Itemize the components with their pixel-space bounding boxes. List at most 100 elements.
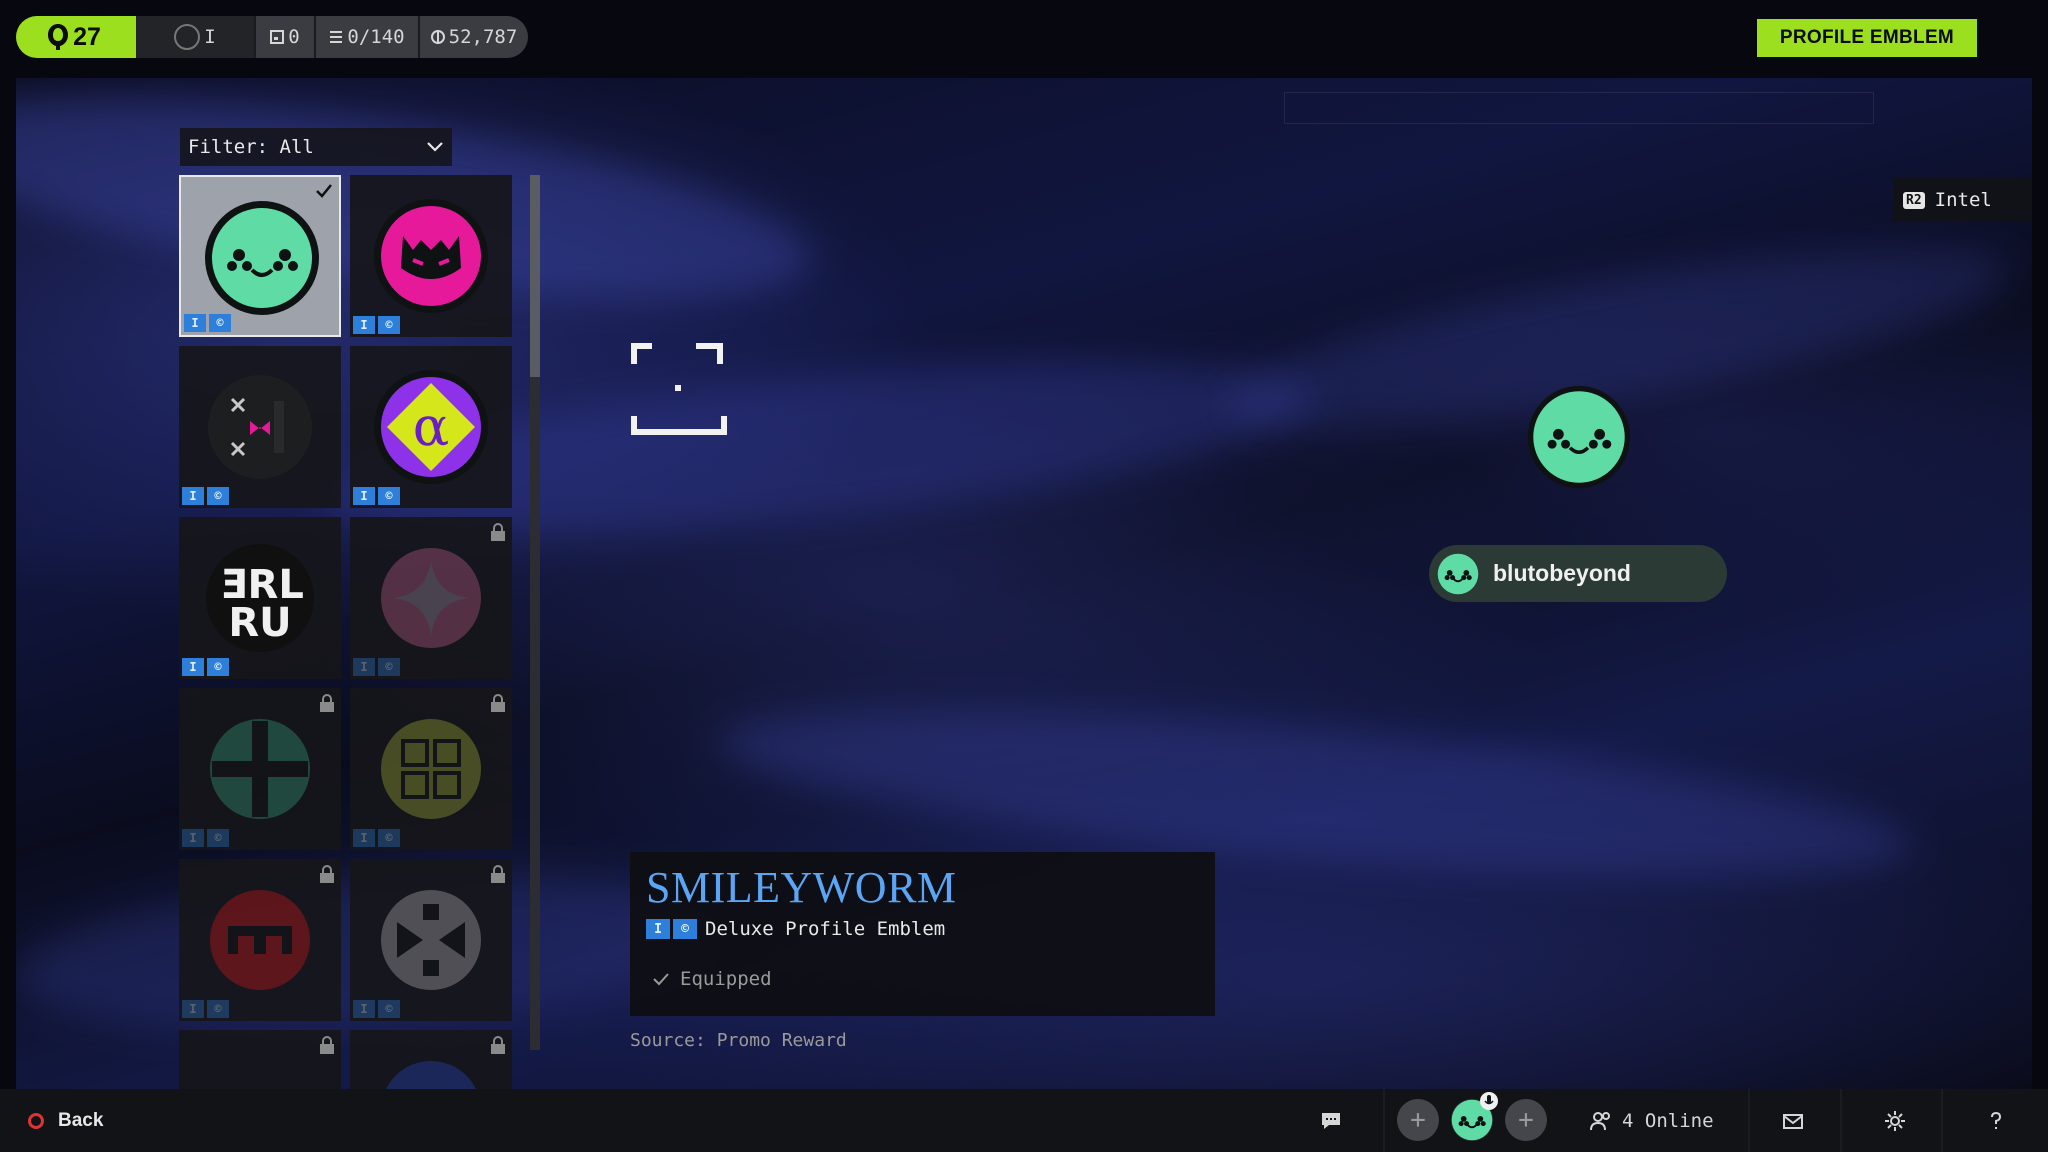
mail-icon[interactable] (1782, 1110, 1804, 1132)
type-badge: I © (184, 314, 231, 332)
online-friends[interactable]: 4 Online (1590, 1089, 1714, 1152)
emblem-tile[interactable]: I © (350, 517, 512, 679)
rank-badge: I (132, 16, 254, 58)
level-icon (48, 24, 69, 50)
type-badge: I © (182, 829, 229, 847)
stat-currency-value: 52,787 (448, 26, 518, 48)
emblem-tile[interactable]: α I © (350, 346, 512, 508)
emblem-tile[interactable]: I © (350, 175, 512, 337)
party-member-avatar[interactable] (1451, 1092, 1498, 1141)
lock-icon (491, 865, 505, 883)
item-title: SMILEYWORM (646, 863, 957, 912)
svg-text:α: α (413, 395, 449, 458)
rank-ring-icon (174, 24, 201, 50)
help-icon[interactable] (1985, 1110, 2007, 1132)
filter-label: Filter: All (188, 136, 314, 158)
type-badge: I © (182, 658, 229, 676)
equipped-label: Equipped (680, 968, 772, 990)
olive-grid-emblem (373, 711, 489, 827)
mic-icon (1480, 1092, 1498, 1110)
face-outline-icon (631, 343, 727, 435)
party-slots: + + (1397, 1092, 1547, 1141)
type-badge: I © (646, 919, 697, 939)
type-badge: I © (182, 1000, 229, 1018)
pink-bug-emblem (202, 369, 318, 485)
equipped-emblem-preview (1527, 385, 1631, 489)
equipped-status: Equipped (652, 968, 772, 990)
bottom-bar: Back + + 4 Online (0, 1089, 2048, 1152)
add-icon[interactable]: + (1505, 1099, 1547, 1141)
level-badge: 27 (16, 16, 132, 58)
type-badge: I © (353, 658, 400, 676)
stat-progress-value: 0/140 (347, 26, 405, 48)
filter-dropdown[interactable]: Filter: All (180, 128, 452, 166)
back-label: Back (58, 1109, 104, 1131)
stat-currency: 52,787 (418, 16, 528, 58)
emblem-tile[interactable]: ƎRL RU I © (179, 517, 341, 679)
intel-button[interactable]: R2 Intel (1893, 178, 2032, 222)
intel-label: Intel (1934, 189, 1992, 211)
stat-items: 0 (254, 16, 314, 58)
divider (1840, 1089, 1842, 1152)
smileyworm-emblem (204, 200, 320, 316)
type-badge: I © (182, 487, 229, 505)
lock-icon (320, 694, 334, 712)
divider (1748, 1089, 1750, 1152)
item-type-row: I © Deluxe Profile Emblem (646, 918, 945, 940)
emblem-tile[interactable]: I © (179, 346, 341, 508)
item-type: Deluxe Profile Emblem (705, 918, 946, 940)
emblem-tile[interactable]: I © (179, 175, 341, 337)
check-icon (653, 973, 669, 986)
emblem-tile[interactable]: I © (350, 859, 512, 1021)
stat-items-value: 0 (288, 26, 300, 48)
svg-text:RU: RU (228, 600, 291, 646)
rank-value: I (204, 26, 216, 48)
emblem-tile[interactable] (350, 1030, 512, 1090)
item-icon (270, 30, 285, 44)
list-icon (330, 31, 343, 43)
back-button[interactable]: Back (28, 1089, 103, 1152)
lock-icon (491, 694, 505, 712)
online-label: 4 Online (1622, 1109, 1714, 1132)
pink-cat-emblem (373, 198, 489, 314)
screen-title-tab[interactable]: PROFILE EMBLEM (1757, 19, 1977, 57)
hud-frame (1284, 92, 1874, 124)
type-badge: I © (353, 487, 400, 505)
emblem-tile[interactable]: I © (179, 688, 341, 850)
stat-progress: 0/140 (314, 16, 418, 58)
lock-icon (491, 523, 505, 541)
type-badge: I © (353, 316, 400, 334)
people-icon (1590, 1111, 1610, 1130)
emblem-tile[interactable]: I © (179, 859, 341, 1021)
type-badge: I © (353, 1000, 400, 1018)
gear-icon[interactable] (1884, 1110, 1906, 1132)
gray-bowtie-emblem (373, 882, 489, 998)
r2-key-icon: R2 (1903, 191, 1925, 209)
add-icon[interactable]: + (1397, 1099, 1439, 1141)
divider (1383, 1089, 1385, 1152)
check-icon (316, 184, 332, 198)
red-glyph-emblem (202, 882, 318, 998)
rune-text-emblem: ƎRL RU (202, 540, 318, 656)
blue-partial-emblem (373, 1053, 489, 1090)
emblem-tile[interactable] (179, 1030, 341, 1090)
lock-icon (320, 865, 334, 883)
circle-button-icon (28, 1112, 44, 1129)
lock-icon (320, 1036, 334, 1054)
green-cross-emblem (202, 711, 318, 827)
type-badge: I © (353, 829, 400, 847)
chevron-down-icon (427, 142, 443, 152)
currency-icon (430, 30, 445, 44)
emblem-grid: I © I © I © α I © ƎRL RU I © I © I © I ©… (179, 175, 513, 1090)
avatar (1437, 553, 1479, 594)
player-stats-bar: 27 I 0 0/140 52,787 (16, 16, 528, 58)
username: blutobeyond (1493, 560, 1631, 586)
pink-star-emblem (373, 540, 489, 656)
emblem-tile[interactable]: I © (350, 688, 512, 850)
level-value: 27 (73, 22, 101, 51)
chat-icon[interactable] (1320, 1110, 1342, 1132)
grid-scrollbar-thumb[interactable] (530, 175, 540, 377)
item-info-card: SMILEYWORM I © Deluxe Profile Emblem Equi… (630, 852, 1215, 1016)
player-nameplate: blutobeyond (1429, 545, 1727, 602)
lock-icon (491, 1036, 505, 1054)
